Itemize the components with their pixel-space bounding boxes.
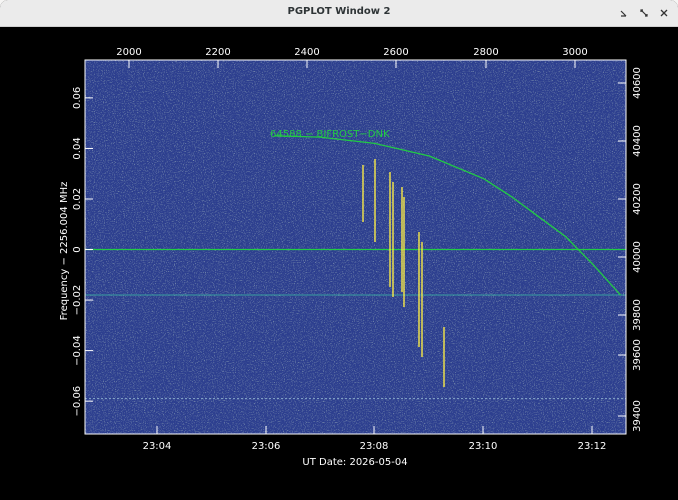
minimize-icon xyxy=(620,10,627,17)
close-button[interactable] xyxy=(657,6,671,20)
maximize-button[interactable] xyxy=(637,6,651,20)
x-tick-label: 23:08 xyxy=(360,441,389,452)
y-tick-label: −0.04 xyxy=(72,335,83,366)
heatmap-background xyxy=(85,60,626,434)
right-tick-label: 40400 xyxy=(632,125,643,157)
y-tick-label: 0.04 xyxy=(72,137,83,159)
plot-area: 23:04 23:06 23:08 23:10 23:12 2000 2200 2400 260… xyxy=(0,27,678,500)
x-tick-label: 23:06 xyxy=(252,441,281,452)
top-tick-label: 2000 xyxy=(116,47,141,58)
right-tick-label: 39400 xyxy=(632,400,643,432)
x-tick-label: 23:04 xyxy=(143,441,172,452)
top-tick-label: 2800 xyxy=(473,47,498,58)
satellite-annotation: 64588 − BIFROST−DNK xyxy=(270,129,390,140)
x-axis-label: UT Date: 2026-05-04 xyxy=(302,457,407,468)
right-tick-label: 40000 xyxy=(632,241,643,273)
window-title: PGPLOT Window 2 xyxy=(287,6,391,17)
waterfall-chart: 23:04 23:06 23:08 23:10 23:12 2000 2200 2400 260… xyxy=(59,47,643,468)
pgplot-window: PGPLOT Window 2 23:04 23:06 23:08 23:10 23:1… xyxy=(0,0,678,500)
y-tick-label: −0.06 xyxy=(72,386,83,417)
right-tick-label: 39800 xyxy=(632,299,643,331)
top-tick-label: 2200 xyxy=(205,47,230,58)
x-tick-label: 23:10 xyxy=(469,441,498,452)
y-tick-label: −0.02 xyxy=(72,285,83,316)
top-tick-label: 3000 xyxy=(562,47,587,58)
title-bar[interactable]: PGPLOT Window 2 xyxy=(0,0,678,27)
right-tick-label: 40200 xyxy=(632,183,643,215)
y-tick-label: 0 xyxy=(72,246,83,252)
right-tick-label: 40600 xyxy=(632,67,643,99)
right-tick-label: 39600 xyxy=(632,339,643,371)
y-tick-label: 0.02 xyxy=(72,188,83,210)
close-icon xyxy=(660,9,668,17)
top-tick-label: 2400 xyxy=(294,47,319,58)
minimize-button[interactable] xyxy=(617,6,631,20)
y-tick-label: 0.06 xyxy=(72,87,83,109)
x-tick-label: 23:12 xyxy=(578,441,607,452)
heatmap-noise xyxy=(85,60,626,434)
maximize-icon xyxy=(640,9,648,17)
top-tick-label: 2600 xyxy=(383,47,408,58)
y-axis-label: Frequency − 2256.004 MHz xyxy=(59,182,70,321)
